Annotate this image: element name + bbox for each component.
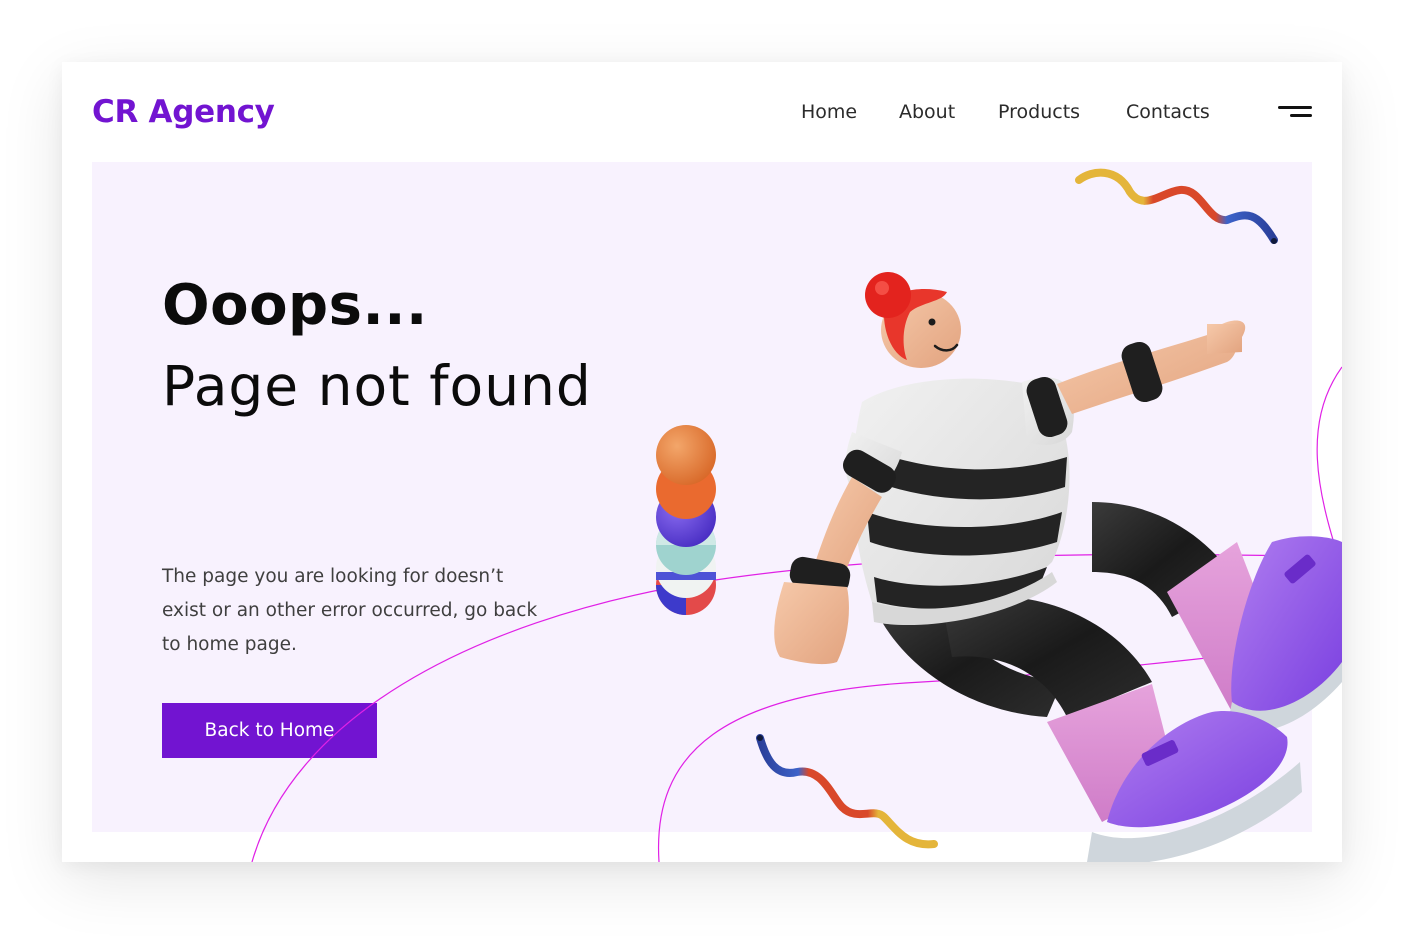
nav-about[interactable]: About <box>899 98 955 126</box>
error-description: The page you are looking for doesn’t exi… <box>162 566 538 655</box>
nav-home[interactable]: Home <box>801 98 857 126</box>
nav-contacts[interactable]: Contacts <box>1126 98 1210 126</box>
page-card: CR Agency Home About Products Contacts O… <box>62 62 1342 862</box>
error-subtitle: Page not found <box>162 354 592 418</box>
hamburger-menu-icon[interactable] <box>1272 102 1312 124</box>
nav-products[interactable]: Products <box>998 98 1080 126</box>
back-to-home-button[interactable]: Back to Home <box>162 703 377 758</box>
error-title: Ooops... <box>162 273 428 338</box>
brand-logo[interactable]: CR Agency <box>92 92 275 132</box>
hero-section: Ooops... Page not found The page you are… <box>92 162 1312 832</box>
